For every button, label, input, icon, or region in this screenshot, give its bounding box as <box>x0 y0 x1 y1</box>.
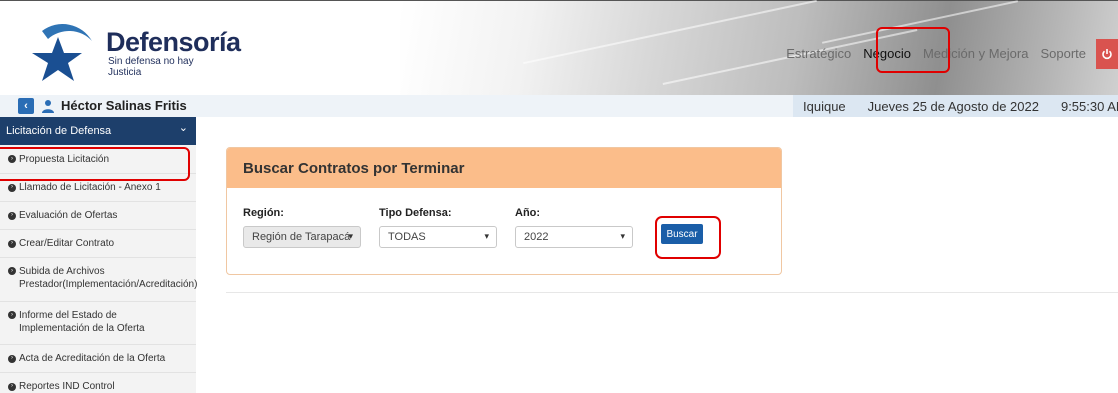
sidebar-item-acta-acreditacion[interactable]: › Acta de Acreditación de la Oferta <box>0 345 196 373</box>
logo-tagline: Sin defensa no hay Justicia <box>108 56 194 78</box>
sidebar-item-label: Subida de Archivos Prestador(Implementac… <box>19 266 198 290</box>
sidebar-item-subida-archivos[interactable]: › Subida de Archivos Prestador(Implement… <box>0 258 198 302</box>
circle-arrow-icon: › <box>8 382 16 391</box>
sidebar-item-label: Acta de Acreditación de la Oferta <box>19 353 166 364</box>
chevron-down-icon: ⌄ <box>178 122 188 134</box>
sidebar-item-label: Evaluación de Ofertas <box>19 210 118 221</box>
chevron-down-icon: ▾ <box>620 231 625 241</box>
header: Defensoría Sin defensa no hay Justicia E… <box>0 0 1118 96</box>
sidebar-section-licitacion[interactable]: Licitación de Defensa ⌄ <box>0 117 196 145</box>
city-label: Iquique <box>803 98 846 114</box>
sidebar-item-informe-implementacion[interactable]: › Informe del Estado de Implementación d… <box>0 302 196 345</box>
user-bar: ‹ Héctor Salinas Fritis Iquique Jueves 2… <box>0 95 1118 117</box>
nav-estrategico[interactable]: Estratégico <box>780 39 857 69</box>
sidebar-item-evaluacion-ofertas[interactable]: › Evaluación de Ofertas <box>0 202 196 230</box>
circle-arrow-icon: › <box>8 354 16 363</box>
defensoria-logo[interactable]: Defensoría Sin defensa no hay Justicia <box>22 23 241 83</box>
highlight-propuesta <box>0 147 190 181</box>
logo-name: Defensoría <box>106 27 241 57</box>
circle-arrow-icon: › <box>8 183 16 192</box>
sidebar-item-crear-editar-contrato[interactable]: › Crear/Editar Contrato <box>0 230 196 258</box>
chevron-down-icon: ▾ <box>484 231 489 241</box>
region-select[interactable]: Región de Tarapacá ▾ <box>243 226 361 248</box>
highlight-buscar <box>655 216 721 259</box>
region-value: Región de Tarapacá <box>252 231 351 243</box>
chevron-left-icon: ‹ <box>24 100 28 112</box>
user-name: Héctor Salinas Fritis <box>61 98 187 113</box>
nav-soporte[interactable]: Soporte <box>1034 39 1092 69</box>
sidebar-item-label: Llamado de Licitación - Anexo 1 <box>19 182 161 193</box>
app-root: Defensoría Sin defensa no hay Justicia E… <box>0 0 1118 393</box>
chevron-down-icon: ▾ <box>348 231 353 241</box>
collapse-sidebar-button[interactable]: ‹ <box>18 98 34 114</box>
sidebar-item-label: Informe del Estado de Implementación de … <box>19 310 145 334</box>
sidebar-section-label: Licitación de Defensa <box>6 125 112 137</box>
circle-arrow-icon: › <box>8 267 16 275</box>
date-label: Jueves 25 de Agosto de 2022 <box>867 98 1039 114</box>
power-icon <box>1102 49 1112 60</box>
circle-arrow-icon: › <box>8 239 16 248</box>
anio-label: Año: <box>515 207 541 219</box>
highlight-negocio <box>876 27 950 73</box>
star-logo-icon <box>32 24 92 81</box>
time-label: 9:55:30 AM <box>1060 98 1118 114</box>
circle-arrow-icon: › <box>8 211 16 220</box>
logout-button[interactable] <box>1096 39 1118 69</box>
sidebar-item-label: Reportes IND Control <box>19 381 115 392</box>
circle-arrow-icon: › <box>8 311 16 319</box>
tipo-defensa-label: Tipo Defensa: <box>379 207 452 219</box>
tipo-defensa-select[interactable]: TODAS ▾ <box>379 226 497 248</box>
session-info: Iquique Jueves 25 de Agosto de 2022 9:55… <box>793 95 1118 117</box>
panel-title: Buscar Contratos por Terminar <box>227 148 781 188</box>
anio-select[interactable]: 2022 ▾ <box>515 226 633 248</box>
anio-value: 2022 <box>524 231 549 243</box>
region-label: Región: <box>243 207 284 219</box>
content-divider <box>226 292 1118 293</box>
user-icon <box>42 100 54 113</box>
tipo-defensa-value: TODAS <box>388 231 426 243</box>
sidebar-item-reportes-ind[interactable]: › Reportes IND Control <box>0 373 196 393</box>
sidebar-item-label: Crear/Editar Contrato <box>19 238 115 249</box>
